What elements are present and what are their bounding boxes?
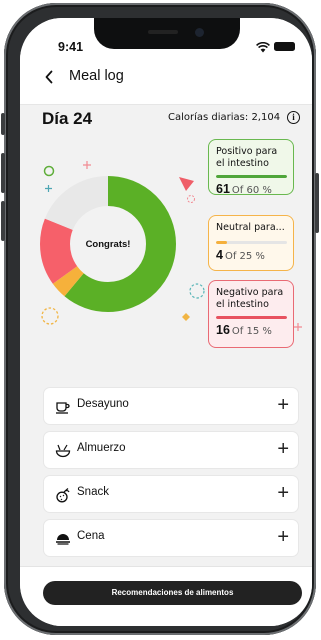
legend-card-title: Positivo para [216, 146, 278, 157]
value-number: 16 [216, 323, 230, 337]
progress-fill [216, 316, 287, 319]
ring-decoration [189, 283, 205, 299]
wifi-icon [256, 42, 270, 53]
mute-switch [1, 113, 5, 135]
speaker [148, 30, 178, 34]
day-title: Día 24 [42, 109, 93, 128]
diamond-decoration [182, 313, 190, 321]
legend-card-value: 4 Of 25 % [216, 248, 287, 262]
meal-row-snack[interactable]: Snack + [43, 475, 299, 513]
add-meal-button[interactable]: + [277, 526, 289, 548]
add-meal-button[interactable]: + [277, 394, 289, 416]
power-button [315, 173, 319, 233]
ring-decoration [187, 195, 195, 203]
legend-card-value: 16 Of 15 % [216, 323, 287, 337]
legend-card-title: Neutral para... [216, 222, 285, 233]
dish-icon [56, 534, 70, 545]
front-camera [195, 28, 204, 37]
meal-label: Snack [77, 486, 109, 498]
sparkle-decoration [83, 161, 91, 169]
volume-up-button [1, 153, 5, 193]
back-button[interactable] [44, 67, 54, 89]
value-target: Of 60 % [231, 185, 272, 196]
chart-center-label: Congrats! [85, 239, 131, 250]
sparkle-decoration [294, 323, 302, 331]
legend-card-positive[interactable]: Positivo para el intestino 61 Of 60 % [208, 139, 294, 196]
phone-frame: 9:41 Meal log Día 24 Calorías diarias: 2… [1, 3, 319, 635]
screen: 9:41 Meal log Día 24 Calorías diarias: 2… [20, 18, 312, 626]
battery-icon [274, 42, 295, 51]
progress-track [216, 241, 287, 244]
notch [94, 18, 240, 49]
fruit-icon [56, 488, 70, 503]
legend-card-title: el intestino [216, 299, 269, 310]
progress-fill [216, 175, 287, 178]
volume-down-button [1, 201, 5, 241]
progress-track [216, 175, 287, 178]
meal-label: Almuerzo [77, 442, 126, 454]
chevron-left-icon [45, 70, 53, 84]
legend-card-title: el intestino [216, 158, 269, 169]
meal-row-cena[interactable]: Cena + [43, 519, 299, 557]
app-header: Meal log [20, 62, 312, 105]
meal-row-almuerzo[interactable]: Almuerzo + [43, 431, 299, 469]
value-number: 4 [216, 248, 223, 262]
progress-track [216, 316, 287, 319]
meal-label: Cena [77, 530, 105, 542]
legend-card-neutral[interactable]: Neutral para... 4 Of 25 % [208, 215, 294, 271]
value-number: 61 [216, 182, 230, 196]
coffee-cup-icon [56, 402, 70, 414]
status-time: 9:41 [58, 40, 84, 54]
add-meal-button[interactable]: + [277, 482, 289, 504]
legend-card-title: Negativo para [216, 287, 284, 298]
value-target: Of 15 % [231, 326, 272, 337]
food-recommendations-button[interactable]: Recomendaciones de alimentos [43, 581, 302, 605]
info-icon[interactable]: i [287, 111, 300, 124]
legend-card-value: 61 Of 60 % [216, 182, 287, 196]
confetti-decoration [179, 177, 194, 191]
bowl-icon [55, 444, 71, 458]
meal-row-desayuno[interactable]: Desayuno + [43, 387, 299, 425]
page-title: Meal log [69, 68, 124, 84]
legend-card-negative[interactable]: Negativo para el intestino 16 Of 15 % [208, 280, 294, 348]
progress-fill [216, 241, 228, 244]
meal-label: Desayuno [77, 398, 129, 410]
value-target: Of 25 % [224, 251, 265, 262]
add-meal-button[interactable]: + [277, 438, 289, 460]
daily-calories: Calorías diarias: 2,104 [168, 112, 281, 123]
